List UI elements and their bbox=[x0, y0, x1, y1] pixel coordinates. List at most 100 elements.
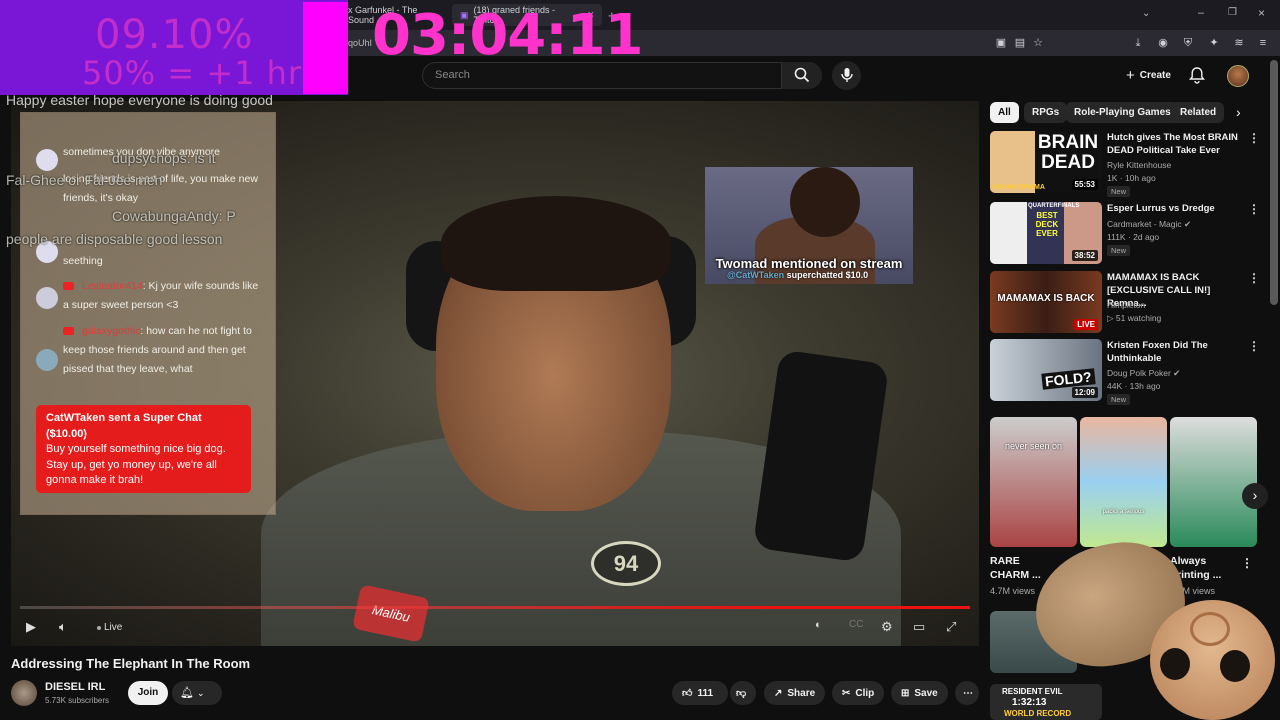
thumbnail-time: 1:32:13 bbox=[1012, 697, 1047, 708]
shield-icon[interactable]: ⛨ bbox=[1181, 36, 1195, 50]
short-thumbnail[interactable]: packs a serious bbox=[1080, 417, 1167, 547]
short-thumbnail[interactable]: never seen on bbox=[990, 417, 1077, 547]
scissors-icon: ✂ bbox=[842, 687, 851, 699]
share-button[interactable]: ↗ Share bbox=[764, 681, 826, 705]
video-thumbnail[interactable]: QUARTERFINALS BEST DECK EVER 38:52 bbox=[990, 202, 1102, 264]
short-title[interactable]: RARE CHARM ... bbox=[990, 554, 1050, 582]
channel-label: Cardmarket - Magic bbox=[1107, 219, 1182, 229]
recommendation-meta: 111K · 2d ago bbox=[1107, 232, 1160, 242]
reader-icon[interactable]: ▤ bbox=[1013, 36, 1027, 50]
video-duration: 55:53 bbox=[1071, 179, 1098, 190]
sync-icon[interactable]: ≋ bbox=[1232, 36, 1246, 50]
bookmark-star-icon[interactable]: ☆ bbox=[1031, 36, 1045, 50]
more-options-icon[interactable]: ⋮ bbox=[1248, 339, 1260, 353]
screenshot-icon[interactable]: ▣ bbox=[994, 36, 1008, 50]
play-icon[interactable]: ▶ bbox=[26, 619, 36, 635]
like-button[interactable]: 👍︎ 111 bbox=[672, 681, 728, 705]
recommendation-item[interactable]: MAMAMAX IS BACK LIVE MAMAMAX IS BACK [EX… bbox=[990, 271, 1266, 333]
recommendation-title[interactable]: Esper Lurrus vs Dredge bbox=[1107, 202, 1247, 215]
subscribe-bell-button[interactable]: 🔔︎ ⌄ bbox=[172, 681, 222, 705]
extensions-icon[interactable]: ✦ bbox=[1207, 36, 1221, 50]
recommendation-item[interactable]: FOLD? 12:09 Kristen Foxen Did The Unthin… bbox=[990, 339, 1266, 405]
chip-all[interactable]: All bbox=[990, 102, 1019, 123]
shorts-next-button[interactable]: › bbox=[1242, 483, 1268, 509]
live-label[interactable]: Live bbox=[104, 622, 122, 633]
create-label: Create bbox=[1139, 69, 1171, 81]
user-avatar[interactable] bbox=[1227, 65, 1249, 87]
recommendation-channel[interactable]: Doug Polk Poker ✔ bbox=[1107, 368, 1180, 379]
video-thumbnail[interactable]: MAMAMAX IS BACK LIVE bbox=[990, 271, 1102, 333]
recommendation-channel[interactable]: Cardmarket - Magic ✔ bbox=[1107, 219, 1191, 230]
recommendation-item[interactable]: BRAIN DEAD HASAN DRAMA 55:53 Hutch gives… bbox=[990, 131, 1266, 197]
overlay-chat-message: people are disposable good lesson bbox=[6, 231, 223, 247]
overlay-chat-message: dupsychops: is it bbox=[112, 150, 216, 166]
goal-text: 50% = +1 hr bbox=[82, 54, 303, 92]
minimize-icon[interactable]: – bbox=[1198, 7, 1204, 19]
chip-related[interactable]: Related bbox=[1172, 102, 1225, 123]
channel-name[interactable]: DIESEL IRL bbox=[45, 681, 105, 693]
live-indicator-icon: ▷ bbox=[1107, 313, 1114, 323]
share-label: Share bbox=[787, 687, 816, 699]
channel-avatar[interactable] bbox=[11, 680, 37, 706]
chip-role-playing-games[interactable]: Role-Playing Games bbox=[1066, 102, 1179, 123]
menu-icon[interactable]: ≡ bbox=[1256, 36, 1270, 50]
close-window-icon[interactable]: × bbox=[1258, 6, 1265, 20]
search-button[interactable] bbox=[781, 62, 822, 89]
create-button[interactable]: + Create bbox=[1116, 62, 1181, 88]
maximize-icon[interactable]: ❐ bbox=[1228, 7, 1237, 18]
live-label-text: Live bbox=[104, 622, 123, 633]
recommendation-channel[interactable]: Ryle Kittenhouse bbox=[1107, 160, 1171, 170]
clip-button[interactable]: ✂ Clip bbox=[832, 681, 885, 705]
moth-mascot-eye bbox=[1160, 648, 1190, 680]
more-options-icon[interactable]: ⋮ bbox=[1248, 202, 1260, 216]
goal-percent: 09.10% bbox=[95, 12, 254, 58]
moth-mascot-eye bbox=[1220, 650, 1250, 682]
chip-rpgs[interactable]: RPGs bbox=[1024, 102, 1068, 123]
video-thumbnail[interactable]: RESIDENT EVIL 1:32:13 WORLD RECORD bbox=[990, 684, 1102, 720]
new-badge: New bbox=[1107, 245, 1131, 256]
superchat-body: Buy yourself something nice big dog. Sta… bbox=[46, 443, 226, 486]
settings-gear-icon[interactable]: ⚙ bbox=[881, 619, 893, 635]
page-scrollbar[interactable] bbox=[1270, 60, 1278, 305]
youtube-icon bbox=[63, 327, 74, 336]
recommendation-item[interactable]: QUARTERFINALS BEST DECK EVER 38:52 Esper… bbox=[990, 202, 1266, 264]
plus-icon: + bbox=[1126, 66, 1135, 84]
tab-list-icon[interactable]: ⌄ bbox=[1142, 8, 1150, 19]
progress-bar[interactable] bbox=[20, 606, 970, 609]
video-scene-hair bbox=[441, 196, 671, 291]
join-button[interactable]: Join bbox=[128, 681, 168, 705]
miniplayer-icon[interactable]: ▭ bbox=[913, 619, 925, 635]
short-thumbnail[interactable] bbox=[1170, 417, 1257, 547]
superchat-card: CatWTaken sent a Super Chat ($10.00) Buy… bbox=[36, 405, 251, 493]
more-options-icon[interactable]: ⋮ bbox=[1248, 131, 1260, 145]
autoplay-toggle-icon[interactable]: ◐ bbox=[815, 619, 822, 631]
voice-search-button[interactable] bbox=[832, 61, 861, 90]
save-button[interactable]: ⊞ Save bbox=[891, 681, 948, 705]
verified-icon: ✔ bbox=[1173, 368, 1181, 378]
thumbnail-subtext: WORLD RECORD bbox=[1004, 709, 1072, 718]
video-thumbnail[interactable]: FOLD? 12:09 bbox=[990, 339, 1102, 401]
recommendation-title[interactable]: Hutch gives The Most BRAIN DEAD Politica… bbox=[1107, 131, 1247, 157]
share-icon: ↗ bbox=[774, 687, 783, 699]
recommendation-meta: 44K · 13h ago bbox=[1107, 381, 1161, 391]
fullscreen-icon[interactable]: ⤢ bbox=[946, 619, 956, 635]
more-actions-button[interactable]: ⋯ bbox=[955, 681, 979, 705]
clip-label: Clip bbox=[855, 687, 875, 699]
recommendation-channel[interactable]: Himpleton bbox=[1107, 300, 1145, 310]
more-options-icon[interactable]: ⋮ bbox=[1248, 271, 1260, 285]
chat-username: galaxygothic bbox=[82, 325, 141, 337]
microphone-icon bbox=[841, 68, 853, 82]
chevron-right-icon[interactable]: › bbox=[1236, 104, 1241, 120]
inset-caption: Twomad mentioned on stream bbox=[715, 256, 903, 271]
account-icon[interactable]: ◉ bbox=[1156, 36, 1170, 50]
video-thumbnail[interactable]: BRAIN DEAD HASAN DRAMA 55:53 bbox=[990, 131, 1102, 193]
notifications-bell-icon[interactable] bbox=[1188, 66, 1206, 84]
download-icon[interactable]: ⤓ bbox=[1131, 36, 1145, 50]
video-title: Addressing The Elephant In The Room bbox=[11, 656, 251, 671]
search-input[interactable]: Search bbox=[422, 62, 822, 89]
volume-icon[interactable]: 🔈︎ bbox=[59, 619, 67, 635]
dislike-button[interactable]: 👎︎ bbox=[730, 681, 756, 705]
more-options-icon[interactable]: ⋮ bbox=[1241, 556, 1253, 570]
recommendation-title[interactable]: Kristen Foxen Did The Unthinkable bbox=[1107, 339, 1247, 365]
captions-icon[interactable]: CC bbox=[849, 619, 863, 630]
